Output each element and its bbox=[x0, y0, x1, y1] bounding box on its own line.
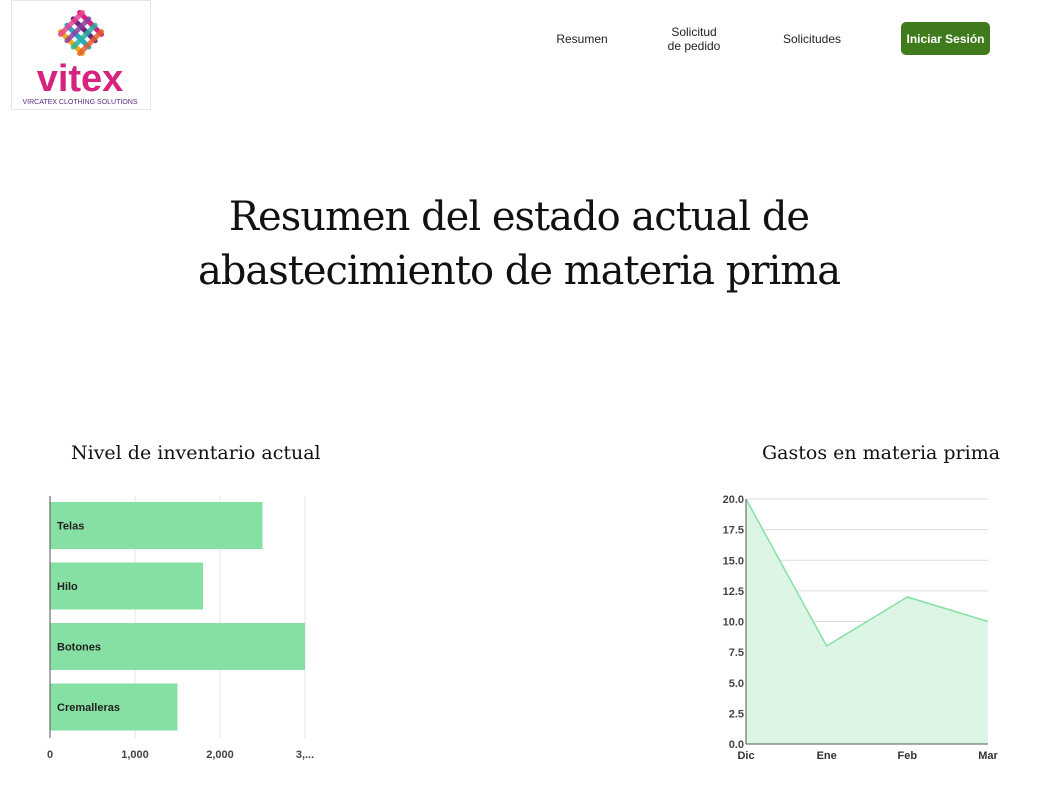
area-y-tick-label: 10.0 bbox=[723, 617, 744, 629]
bar-label: Cremalleras bbox=[57, 702, 120, 714]
expenses-area-chart: 0.02.55.07.510.012.515.017.520.0Dic Ene Fe… bbox=[723, 494, 999, 762]
inventory-chart-title: Nivel de inventario actual bbox=[71, 442, 321, 464]
inventory-bar-chart: Telas Hilo Botones Cremalleras 0 1,000 2,000 3,… bbox=[47, 496, 314, 761]
brand-logo[interactable]: vitex VIRCATEX CLOTHING SOLUTIONS bbox=[11, 0, 151, 110]
logo-tagline: VIRCATEX CLOTHING SOLUTIONS bbox=[23, 99, 138, 106]
area-x-tick-label: Dic bbox=[737, 750, 754, 762]
bar-label: Hilo bbox=[57, 581, 78, 593]
area-y-tick-label: 2.5 bbox=[729, 708, 744, 720]
bar-label: Botones bbox=[57, 642, 101, 654]
nav-resumen-label: Resumen bbox=[556, 32, 608, 46]
nav-resumen[interactable]: Resumen bbox=[556, 32, 608, 46]
login-button[interactable]: Iniciar Sesión bbox=[901, 22, 990, 55]
logo-wordmark: vitex bbox=[37, 58, 124, 100]
page-title: Resumen del estado actual de abastecimie… bbox=[0, 190, 1038, 298]
area-y-tick-label: 5.0 bbox=[729, 678, 744, 690]
area-y-tick-label: 12.5 bbox=[723, 586, 744, 598]
area-x-tick-label: Ene bbox=[817, 750, 837, 762]
area-y-tick-label: 17.5 bbox=[723, 525, 744, 537]
bar-x-tick-label: 3,... bbox=[296, 749, 314, 761]
nav-solicitudes[interactable]: Solicitudes bbox=[778, 32, 846, 46]
nav-solicitud-label-line2: de pedido bbox=[667, 39, 721, 53]
nav-solicitudes-label: Solicitudes bbox=[782, 32, 842, 46]
nav-solicitud-de-pedido[interactable]: Solicitud de pedido bbox=[662, 25, 726, 53]
area-x-tick-label: Mar bbox=[978, 750, 998, 762]
area-x-tick-label: Feb bbox=[898, 750, 918, 762]
area-y-tick-label: 7.5 bbox=[729, 647, 744, 659]
bar-x-tick-label: 1,000 bbox=[121, 749, 149, 761]
logo-graphic: vitex VIRCATEX CLOTHING SOLUTIONS bbox=[23, 9, 138, 106]
bar-x-tick-label: 2,000 bbox=[206, 749, 234, 761]
page-title-line2: abastecimiento de materia prima bbox=[197, 248, 841, 294]
expenses-chart-title: Gastos en materia prima bbox=[762, 442, 1001, 464]
bar-label: Telas bbox=[57, 521, 84, 533]
area-y-tick-label: 15.0 bbox=[723, 555, 744, 567]
nav-solicitud-label-line1: Solicitud bbox=[671, 25, 717, 39]
bar-x-tick-label: 0 bbox=[47, 749, 53, 761]
area-y-tick-label: 20.0 bbox=[723, 494, 744, 506]
page-title-line1: Resumen del estado actual de bbox=[228, 194, 810, 240]
